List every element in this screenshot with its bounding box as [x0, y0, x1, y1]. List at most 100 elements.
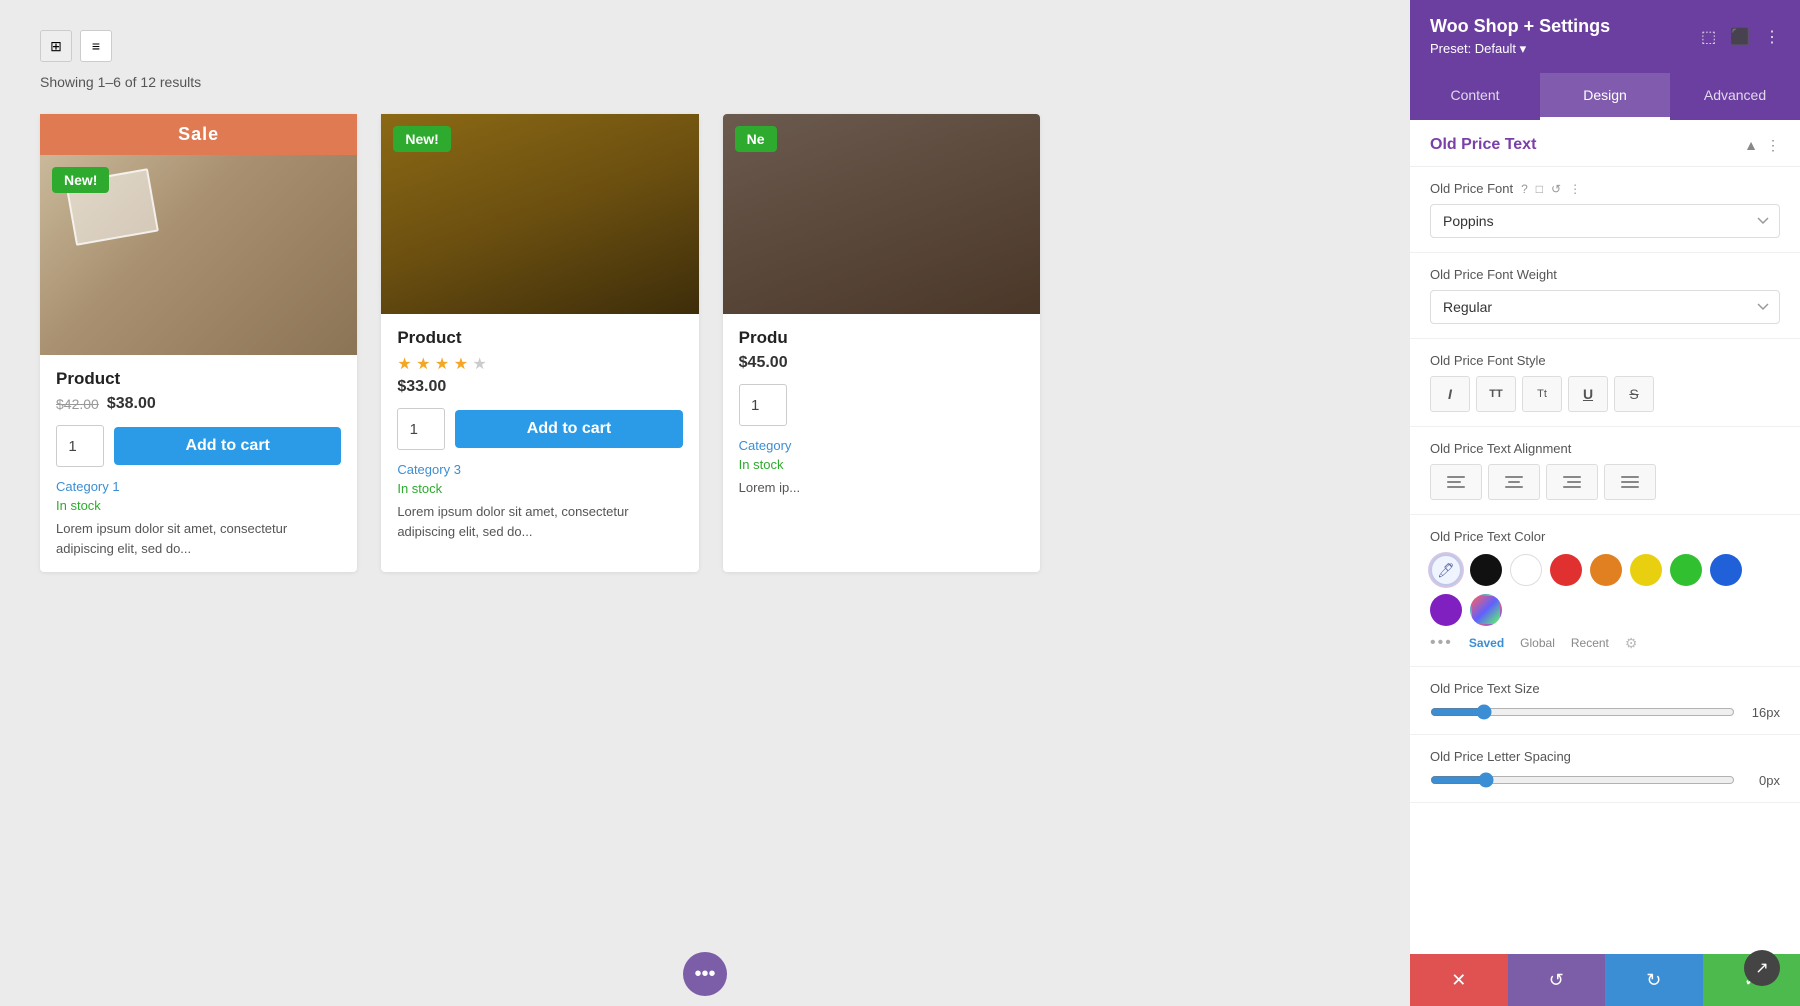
dots-icon: ••• — [694, 963, 715, 986]
product-card: New! Product ★ ★ ★ ★ ★ $33.00 Add to car… — [381, 114, 698, 572]
tab-design[interactable]: Design — [1540, 73, 1670, 120]
add-to-cart-button[interactable]: Add to cart — [114, 427, 341, 465]
in-stock-label: In stock — [397, 481, 682, 496]
list-view-button[interactable]: ≡ — [80, 30, 112, 62]
float-helper-button[interactable]: ↗ — [1744, 950, 1780, 986]
align-justify-button[interactable] — [1604, 464, 1656, 500]
product-card: Sale New! Product $42.00 $38.00 Add to c… — [40, 114, 357, 572]
text-align-label: Old Price Text Alignment — [1430, 441, 1780, 456]
more-options-icon[interactable]: ⋮ — [1764, 27, 1780, 47]
color-blue[interactable] — [1710, 554, 1742, 586]
font-style-label: Old Price Font Style — [1430, 353, 1780, 368]
more-colors-button[interactable]: ••• — [1430, 634, 1453, 652]
add-to-cart-row: Add to cart — [397, 408, 682, 450]
product-image-wrapper: New! — [381, 114, 698, 314]
font-weight-select[interactable]: Regular — [1430, 290, 1780, 324]
color-picker-swatch[interactable]: 🖊 — [1430, 554, 1462, 586]
results-text: Showing 1–6 of 12 results — [40, 74, 1370, 90]
price-row: $33.00 — [397, 378, 682, 396]
letter-spacing-slider-container: 0px — [1430, 772, 1780, 788]
font-style-label-text: Old Price Font Style — [1430, 353, 1546, 368]
product-image: New! — [40, 155, 357, 355]
product-rating: ★ ★ ★ ★ ★ — [397, 354, 682, 374]
category-link[interactable]: Category 1 — [56, 479, 341, 494]
product-info: Produ $45.00 Category In stock Lorem ip.… — [723, 314, 1040, 512]
color-settings-icon[interactable]: ⚙ — [1625, 635, 1638, 652]
text-size-slider-container: 16px — [1430, 704, 1780, 720]
help-icon[interactable]: ? — [1521, 182, 1528, 196]
product-name: Product — [56, 369, 341, 389]
tab-content-label: Content — [1450, 87, 1499, 103]
pagination-button[interactable]: ••• — [683, 952, 727, 996]
columns-icon[interactable]: ⬛ — [1730, 27, 1750, 47]
responsive-icon[interactable]: ⬚ — [1701, 27, 1716, 47]
panel-tabs: Content Design Advanced — [1410, 73, 1800, 120]
font-weight-label-text: Old Price Font Weight — [1430, 267, 1557, 282]
grid-icon: ⊞ — [50, 38, 62, 55]
tab-design-label: Design — [1583, 87, 1627, 103]
tab-advanced[interactable]: Advanced — [1670, 73, 1800, 120]
text-size-row: Old Price Text Size 16px — [1410, 667, 1800, 735]
color-yellow[interactable] — [1630, 554, 1662, 586]
quantity-input[interactable] — [56, 425, 104, 467]
text-color-label: Old Price Text Color — [1430, 529, 1780, 544]
products-grid: Sale New! Product $42.00 $38.00 Add to c… — [40, 114, 1040, 572]
color-green[interactable] — [1670, 554, 1702, 586]
add-to-cart-row: Add to cart — [56, 425, 341, 467]
undo-icon: ↺ — [1549, 970, 1564, 991]
italic-button[interactable]: I — [1430, 376, 1470, 412]
grid-view-button[interactable]: ⊞ — [40, 30, 72, 62]
action-bar: ✕ ↺ ↻ ✓ — [1410, 954, 1800, 1006]
letter-spacing-label-text: Old Price Letter Spacing — [1430, 749, 1571, 764]
panel-preset[interactable]: Preset: Default ▾ — [1430, 41, 1610, 57]
font-style-row: Old Price Font Style I TT Tt U S — [1410, 339, 1800, 427]
device-icon[interactable]: □ — [1536, 182, 1543, 196]
quantity-input[interactable] — [397, 408, 445, 450]
color-black[interactable] — [1470, 554, 1502, 586]
letter-spacing-slider[interactable] — [1430, 772, 1735, 788]
new-price: $38.00 — [107, 395, 156, 413]
panel-header-row: Woo Shop + Settings Preset: Default ▾ ⬚ … — [1430, 16, 1780, 57]
font-more-icon[interactable]: ⋮ — [1569, 182, 1581, 196]
redo-button[interactable]: ↻ — [1605, 954, 1703, 1006]
uppercase-button[interactable]: TT — [1476, 376, 1516, 412]
font-select[interactable]: Poppins — [1430, 204, 1780, 238]
align-center-button[interactable] — [1488, 464, 1540, 500]
color-orange[interactable] — [1590, 554, 1622, 586]
underline-button[interactable]: U — [1568, 376, 1608, 412]
cancel-icon: ✕ — [1451, 970, 1466, 991]
color-red[interactable] — [1550, 554, 1582, 586]
undo-button[interactable]: ↺ — [1508, 954, 1606, 1006]
global-colors-tab[interactable]: Global — [1520, 636, 1555, 650]
font-weight-row: Old Price Font Weight Regular — [1410, 253, 1800, 339]
single-price: $45.00 — [739, 354, 788, 372]
tab-content[interactable]: Content — [1410, 73, 1540, 120]
color-custom[interactable] — [1470, 594, 1502, 626]
add-to-cart-row — [739, 384, 1024, 426]
quantity-input[interactable] — [739, 384, 787, 426]
cancel-button[interactable]: ✕ — [1410, 954, 1508, 1006]
color-white[interactable] — [1510, 554, 1542, 586]
text-size-slider[interactable] — [1430, 704, 1735, 720]
saved-colors-tab[interactable]: Saved — [1469, 636, 1504, 650]
product-image: Ne — [723, 114, 1040, 314]
strikethrough-button[interactable]: S — [1614, 376, 1654, 412]
bottom-spacer — [1410, 803, 1800, 843]
redo-icon: ↻ — [1646, 970, 1661, 991]
section-title: Old Price Text — [1430, 136, 1536, 154]
category-link[interactable]: Category — [739, 438, 1024, 453]
category-link[interactable]: Category 3 — [397, 462, 682, 477]
add-to-cart-button[interactable]: Add to cart — [455, 410, 682, 448]
color-purple[interactable] — [1430, 594, 1462, 626]
product-description: Lorem ipsum dolor sit amet, consectetur … — [397, 502, 682, 541]
align-left-button[interactable] — [1430, 464, 1482, 500]
reset-font-icon[interactable]: ↺ — [1551, 182, 1561, 196]
capitalize-button[interactable]: Tt — [1522, 376, 1562, 412]
section-more-icon[interactable]: ⋮ — [1766, 137, 1780, 154]
product-description: Lorem ip... — [739, 478, 1024, 498]
collapse-icon[interactable]: ▲ — [1744, 137, 1758, 153]
recent-colors-tab[interactable]: Recent — [1571, 636, 1609, 650]
star-2: ★ — [416, 356, 430, 373]
align-right-button[interactable] — [1546, 464, 1598, 500]
eyedropper-icon: 🖊 — [1437, 562, 1455, 579]
